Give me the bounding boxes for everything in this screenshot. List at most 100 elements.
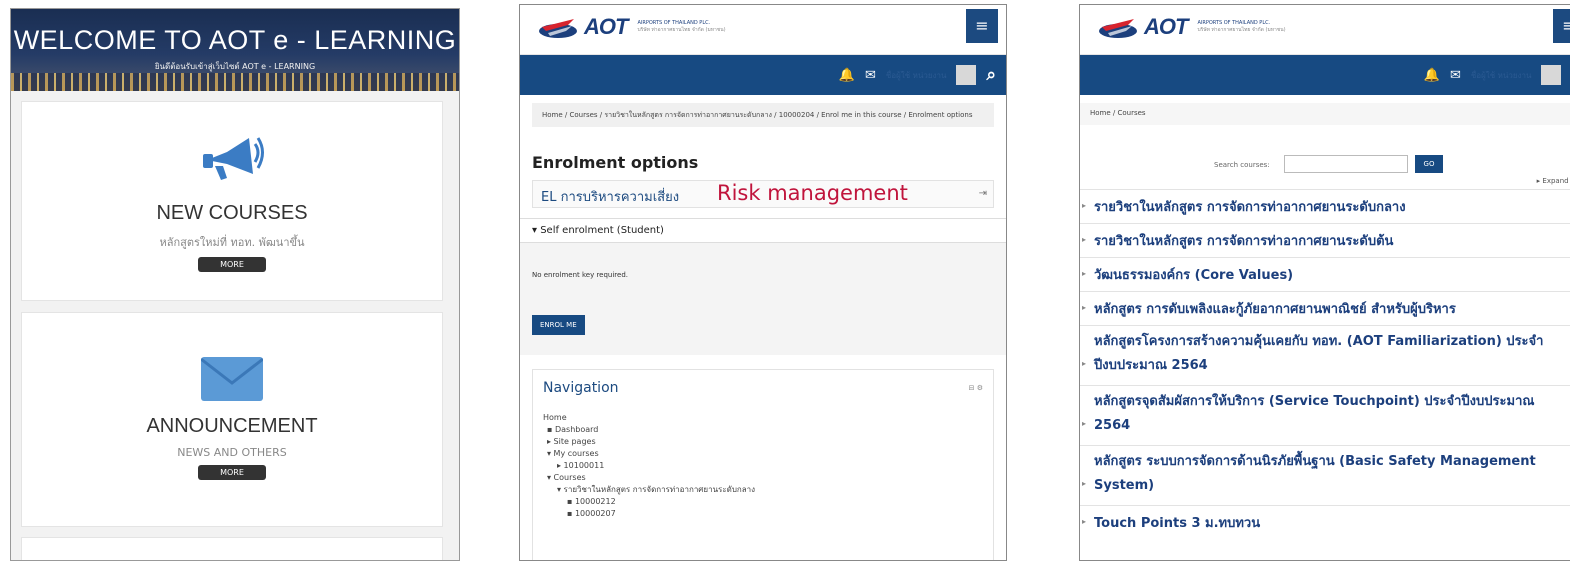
aot-logo[interactable]: AOT AIRPORTS OF THAILAND PLC. บริษัท ท่า… bbox=[538, 13, 726, 41]
logo-text: AOT bbox=[1144, 14, 1188, 39]
mail-icon[interactable]: ✉ bbox=[1450, 68, 1461, 83]
company-name-th: บริษัท ท่าอากาศยานไทย จำกัด (มหาชน) bbox=[1197, 27, 1286, 33]
navigation-block: Navigation ⊟ ⚙ Home ▪ Dashboard ▸ Site p… bbox=[532, 369, 994, 560]
menu-toggle-button[interactable]: ≡ bbox=[1553, 9, 1570, 43]
nav-item-courses[interactable]: ▾ Courses bbox=[543, 472, 983, 484]
company-name-en: AIRPORTS OF THAILAND PLC. bbox=[637, 20, 711, 26]
company-name: AIRPORTS OF THAILAND PLC. บริษัท ท่าอากา… bbox=[1197, 20, 1285, 34]
banner-title: WELCOME TO AOT e - LEARNING bbox=[13, 25, 457, 55]
category-label: หลักสูตรจุดสัมผัสการให้บริการ (Service T… bbox=[1094, 394, 1535, 433]
more-button[interactable]: MORE bbox=[198, 257, 266, 272]
category-item[interactable]: ▸ หลักสูตรโครงการสร้างความคุ้นเคยกับ ทอท.… bbox=[1080, 325, 1570, 385]
category-item[interactable]: ▸ หลักสูตร ระบบการจัดการด้านนิรภัยพื้นฐาน… bbox=[1080, 445, 1570, 505]
block-actions-icon[interactable]: ⊟ ⚙ bbox=[969, 384, 983, 392]
breadcrumb[interactable]: Home / Courses / รายวิชาในหลักสูตร การจั… bbox=[532, 103, 994, 127]
logo-text: AOT bbox=[584, 14, 628, 39]
nav-item-category[interactable]: ▾ รายวิชาในหลักสูตร การจัดการท่าอากาศยาน… bbox=[543, 484, 983, 496]
header-bar: AOT AIRPORTS OF THAILAND PLC. บริษัท ท่า… bbox=[520, 5, 1006, 55]
page-title: Enrolment options bbox=[532, 153, 699, 172]
megaphone-icon bbox=[203, 137, 264, 180]
new-courses-card: NEW COURSES หลักสูตรใหม่ที่ ทอท. พัฒนาขึ… bbox=[21, 101, 443, 301]
chevron-right-icon: ▸ bbox=[1082, 201, 1087, 210]
expand-all-link[interactable]: ▸ Expand all bbox=[1537, 177, 1570, 185]
go-button[interactable]: GO bbox=[1415, 155, 1443, 173]
nav-item-course[interactable]: ▪ 10000212 bbox=[543, 496, 983, 508]
user-name[interactable]: ชื่อผู้ใช้ หน่วยงาน bbox=[1471, 69, 1532, 82]
category-label: รายวิชาในหลักสูตร การจัดการท่าอากาศยานระ… bbox=[1094, 234, 1394, 249]
category-item[interactable]: ▸ วัฒนธรรมองค์กร (Core Values) bbox=[1080, 257, 1570, 291]
category-item[interactable]: ▸ Touch Points 3 ม.ทบทวน bbox=[1080, 505, 1570, 539]
chevron-right-icon: ▸ bbox=[1082, 303, 1087, 312]
self-enrolment-label: Self enrolment (Student) bbox=[540, 225, 664, 236]
city-skyline-image bbox=[11, 73, 459, 91]
category-item[interactable]: ▸ หลักสูตร การดับเพลิงและกู้ภัยอากาศยานพา… bbox=[1080, 291, 1570, 325]
screenshot-stage: WELCOME TO AOT e - LEARNING ยินดีต้อนรับ… bbox=[0, 0, 1570, 561]
aot-logo-icon bbox=[539, 19, 577, 38]
nav-item-course[interactable]: ▪ 10000207 bbox=[543, 508, 983, 520]
card-title: NEW COURSES bbox=[156, 202, 308, 224]
company-name: AIRPORTS OF THAILAND PLC. บริษัท ท่าอากา… bbox=[637, 20, 725, 34]
main-content: Enrolment options EL การบริหารความเสี่ยง… bbox=[520, 153, 1006, 560]
chevron-right-icon: ▸ bbox=[1082, 269, 1087, 278]
search-label: Search courses: bbox=[1214, 161, 1270, 169]
company-name-th: บริษัท ท่าอากาศยานไทย จำกัด (มหาชน) bbox=[637, 27, 726, 33]
nav-item-course[interactable]: ▸ 10100011 bbox=[543, 460, 983, 472]
category-label: หลักสูตรโครงการสร้างความคุ้นเคยกับ ทอท. … bbox=[1094, 334, 1544, 373]
search-input[interactable] bbox=[1284, 155, 1408, 173]
mobile-home-screen: WELCOME TO AOT e - LEARNING ยินดีต้อนรับ… bbox=[10, 8, 460, 561]
nav-item-home[interactable]: Home bbox=[543, 412, 983, 424]
card-subtitle: NEWS AND OTHERS bbox=[177, 446, 287, 459]
menu-toggle-button[interactable]: ≡ bbox=[966, 9, 998, 43]
category-label: Touch Points 3 ม.ทบทวน bbox=[1094, 516, 1261, 531]
envelope-icon bbox=[201, 357, 263, 401]
breadcrumb[interactable]: Home / Courses bbox=[1080, 103, 1570, 125]
nav-item-site-pages[interactable]: ▸ Site pages bbox=[543, 436, 983, 448]
bell-icon[interactable]: 🔔 bbox=[839, 68, 855, 83]
top-navbar: 🔔 ✉ ชื่อผู้ใช้ หน่วยงาน ⌕ bbox=[520, 55, 1006, 95]
search-icon[interactable]: ⌕ bbox=[986, 65, 996, 85]
enter-course-icon[interactable]: ⇥ bbox=[979, 188, 987, 199]
category-item[interactable]: ▸ รายวิชาในหลักสูตร การจัดการท่าอากาศยานร… bbox=[1080, 223, 1570, 257]
avatar[interactable] bbox=[1541, 65, 1562, 85]
self-enrolment-header[interactable]: ▾ Self enrolment (Student) bbox=[520, 218, 1006, 243]
banner-subtitle: ยินดีต้อนรับเข้าสู่เว็บไซต์ AOT e - LEAR… bbox=[154, 62, 316, 71]
chevron-right-icon: ▸ bbox=[1082, 419, 1087, 428]
category-item[interactable]: ▸ หลักสูตรจุดสัมผัสการให้บริการ (Service … bbox=[1080, 385, 1570, 445]
navigation-title: Navigation ⊟ ⚙ bbox=[543, 380, 983, 396]
avatar[interactable] bbox=[956, 65, 977, 85]
chevron-right-icon: ▸ bbox=[1082, 359, 1087, 368]
category-label: วัฒนธรรมองค์กร (Core Values) bbox=[1094, 268, 1294, 283]
nav-item-dashboard[interactable]: ▪ Dashboard bbox=[543, 424, 983, 436]
header-bar: AOT AIRPORTS OF THAILAND PLC. บริษัท ท่า… bbox=[1080, 5, 1570, 55]
aot-logo[interactable]: AOT AIRPORTS OF THAILAND PLC. บริษัท ท่า… bbox=[1098, 13, 1286, 41]
category-item[interactable]: ▸ รายวิชาในหลักสูตร การจัดการท่าอากาศยานร… bbox=[1080, 189, 1570, 223]
enrol-me-button[interactable]: ENROL ME bbox=[532, 315, 585, 335]
no-key-text: No enrolment key required. bbox=[532, 271, 629, 279]
mail-icon[interactable]: ✉ bbox=[865, 68, 876, 83]
nav-item-my-courses[interactable]: ▾ My courses bbox=[543, 448, 983, 460]
chevron-right-icon: ▸ bbox=[1082, 479, 1087, 488]
next-card bbox=[21, 537, 443, 560]
risk-management-annotation: Risk management bbox=[717, 181, 908, 205]
enrolment-screen: AOT AIRPORTS OF THAILAND PLC. บริษัท ท่า… bbox=[519, 4, 1007, 561]
category-label: หลักสูตร การดับเพลิงและกู้ภัยอากาศยานพาณ… bbox=[1094, 302, 1456, 317]
chevron-right-icon: ▸ bbox=[1082, 517, 1087, 526]
card-title: ANNOUNCEMENT bbox=[146, 415, 318, 437]
company-name-en: AIRPORTS OF THAILAND PLC. bbox=[1197, 20, 1271, 26]
course-name[interactable]: EL การบริหารความเสี่ยง bbox=[541, 186, 679, 207]
course-row[interactable]: EL การบริหารความเสี่ยง Risk management ⇥ bbox=[532, 180, 994, 208]
self-enrolment-panel: No enrolment key required. ENROL ME bbox=[520, 243, 1006, 355]
top-navbar: 🔔 ✉ ชื่อผู้ใช้ หน่วยงาน ⌕ bbox=[1080, 55, 1570, 95]
welcome-banner: WELCOME TO AOT e - LEARNING ยินดีต้อนรับ… bbox=[11, 9, 459, 91]
aot-logo-icon bbox=[1099, 19, 1137, 38]
announcement-card: ANNOUNCEMENT NEWS AND OTHERS MORE bbox=[21, 312, 443, 527]
category-label: รายวิชาในหลักสูตร การจัดการท่าอากาศยานระ… bbox=[1094, 200, 1406, 215]
chevron-right-icon: ▸ bbox=[1082, 235, 1087, 244]
user-name[interactable]: ชื่อผู้ใช้ หน่วยงาน bbox=[886, 69, 947, 82]
navbar-tools: 🔔 ✉ ชื่อผู้ใช้ หน่วยงาน ⌕ bbox=[839, 55, 996, 95]
category-label: หลักสูตร ระบบการจัดการด้านนิรภัยพื้นฐาน … bbox=[1094, 454, 1536, 493]
more-button[interactable]: MORE bbox=[198, 465, 266, 480]
bell-icon[interactable]: 🔔 bbox=[1424, 68, 1440, 83]
course-search: Search courses: GO ▸ Expand all bbox=[1080, 155, 1570, 185]
navigation-tree: Home ▪ Dashboard ▸ Site pages ▾ My cours… bbox=[543, 412, 983, 520]
